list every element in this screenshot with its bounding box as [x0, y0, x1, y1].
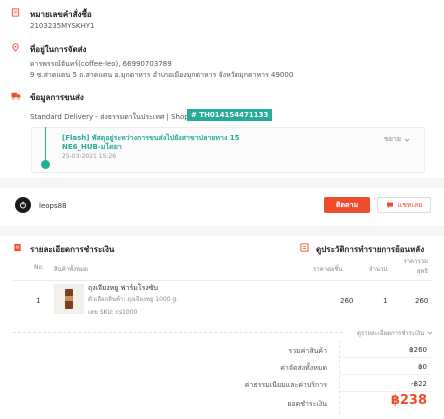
summary-value-total: ฿238: [390, 393, 427, 408]
shipping-title: ข้อมูลการขนส่ง: [30, 93, 84, 102]
receipt-icon: [11, 8, 20, 17]
follow-label: ติดตาม: [335, 200, 359, 209]
col-quantity: จำนวน: [369, 266, 388, 273]
payment-details-title: รายละเอียดการชำระเงิน: [30, 245, 115, 254]
document-icon: [14, 243, 21, 252]
order-number-title: หมายเลขคำสั่งซื้อ: [30, 10, 92, 19]
expand-tracking-link[interactable]: ขยาย: [384, 134, 410, 145]
summary-value-shipping: ฿0: [418, 363, 427, 371]
timeline-dot: [41, 160, 50, 169]
chevron-down-icon: [427, 331, 433, 335]
summary-label-shipping: ค่าจัดส่งทั้งหมด: [280, 364, 327, 372]
address-line1: ดารพรรณ์จันทร์(coffee-leo), 66990703789: [30, 60, 172, 68]
col-products: สินค้าทั้งหมด: [54, 266, 88, 273]
chevron-down-icon: [404, 138, 410, 142]
summary-label-total: ยอดชำระเงิน: [287, 400, 327, 408]
summary-label-product-total: รวมค่าสินค้า: [288, 347, 327, 355]
product-name[interactable]: ถุงเจียงหยู ฟาร์มโรงซับ: [88, 283, 158, 294]
summary-value-product-total: ฿260: [409, 346, 427, 354]
summary-left-border: [339, 340, 341, 414]
seller-avatar[interactable]: [15, 197, 31, 213]
location-pin-icon: [12, 43, 19, 52]
expand-label: ขยาย: [384, 135, 401, 143]
product-sku: เลข SKU: cs1000: [88, 309, 138, 316]
summary-divider: [340, 374, 431, 375]
product-variant: ตัวเลือกสินค้า: ถุงเจียงหยู 1000 g.: [88, 296, 179, 303]
power-icon: [19, 201, 27, 209]
tracking-number-badge[interactable]: # TH014154471133: [187, 109, 273, 121]
dashed-divider: [13, 332, 343, 333]
chat-button[interactable]: แชทเลย: [377, 197, 431, 213]
tracking-event-text: [Flash] พัสดุอยู่ระหว่างการขนส่งไปยังสาข…: [62, 134, 240, 151]
summary-value-fees: -฿22: [411, 380, 427, 388]
row-subtotal: 260: [415, 297, 429, 305]
chat-label: แชทเลย: [397, 200, 423, 209]
row-unit-price: 260: [340, 297, 354, 305]
product-thumbnail[interactable]: [54, 284, 84, 314]
col-no: No.: [34, 264, 44, 271]
section-separator: [0, 178, 444, 188]
truck-icon: [11, 92, 21, 100]
row-quantity: 1: [383, 297, 388, 305]
summary-label-fees: ค่าธรรมเนียมและค่าบริการ: [244, 381, 327, 389]
tracking-event-time: 25-03-2021 15:26: [62, 153, 117, 160]
timeline-line: [45, 127, 46, 163]
summary-divider: [340, 391, 431, 392]
order-number-value: 2103235MYSKHY1: [30, 22, 95, 30]
follow-button[interactable]: ติดตาม: [324, 197, 370, 213]
seller-name[interactable]: leops88: [39, 202, 67, 210]
col-unit-price: ราคาต่อชิ้น: [313, 266, 343, 273]
payment-details-link[interactable]: ดูรายละเอียดการชำระเงิน: [357, 328, 433, 338]
col-subtotal: ราคารวม สุทธิ: [403, 258, 428, 275]
section-separator-2: [0, 226, 444, 236]
chat-bubble-icon: [386, 202, 393, 208]
history-icon: [300, 243, 309, 252]
product-label-image: [65, 296, 73, 301]
summary-divider: [340, 357, 431, 358]
address-title: ที่อยู่ในการจัดส่ง: [30, 45, 87, 54]
address-line2: 9 ซ.สาดแตน 5 ถ.สาดแตน อ.มุกดาหาร อำเภอเม…: [30, 71, 294, 79]
transaction-history-link[interactable]: ดูประวัติการทำรายการย้อนหลัง: [316, 243, 424, 256]
row-no: 1: [36, 297, 41, 305]
payment-details-link-label: ดูรายละเอียดการชำระเงิน: [357, 330, 425, 337]
